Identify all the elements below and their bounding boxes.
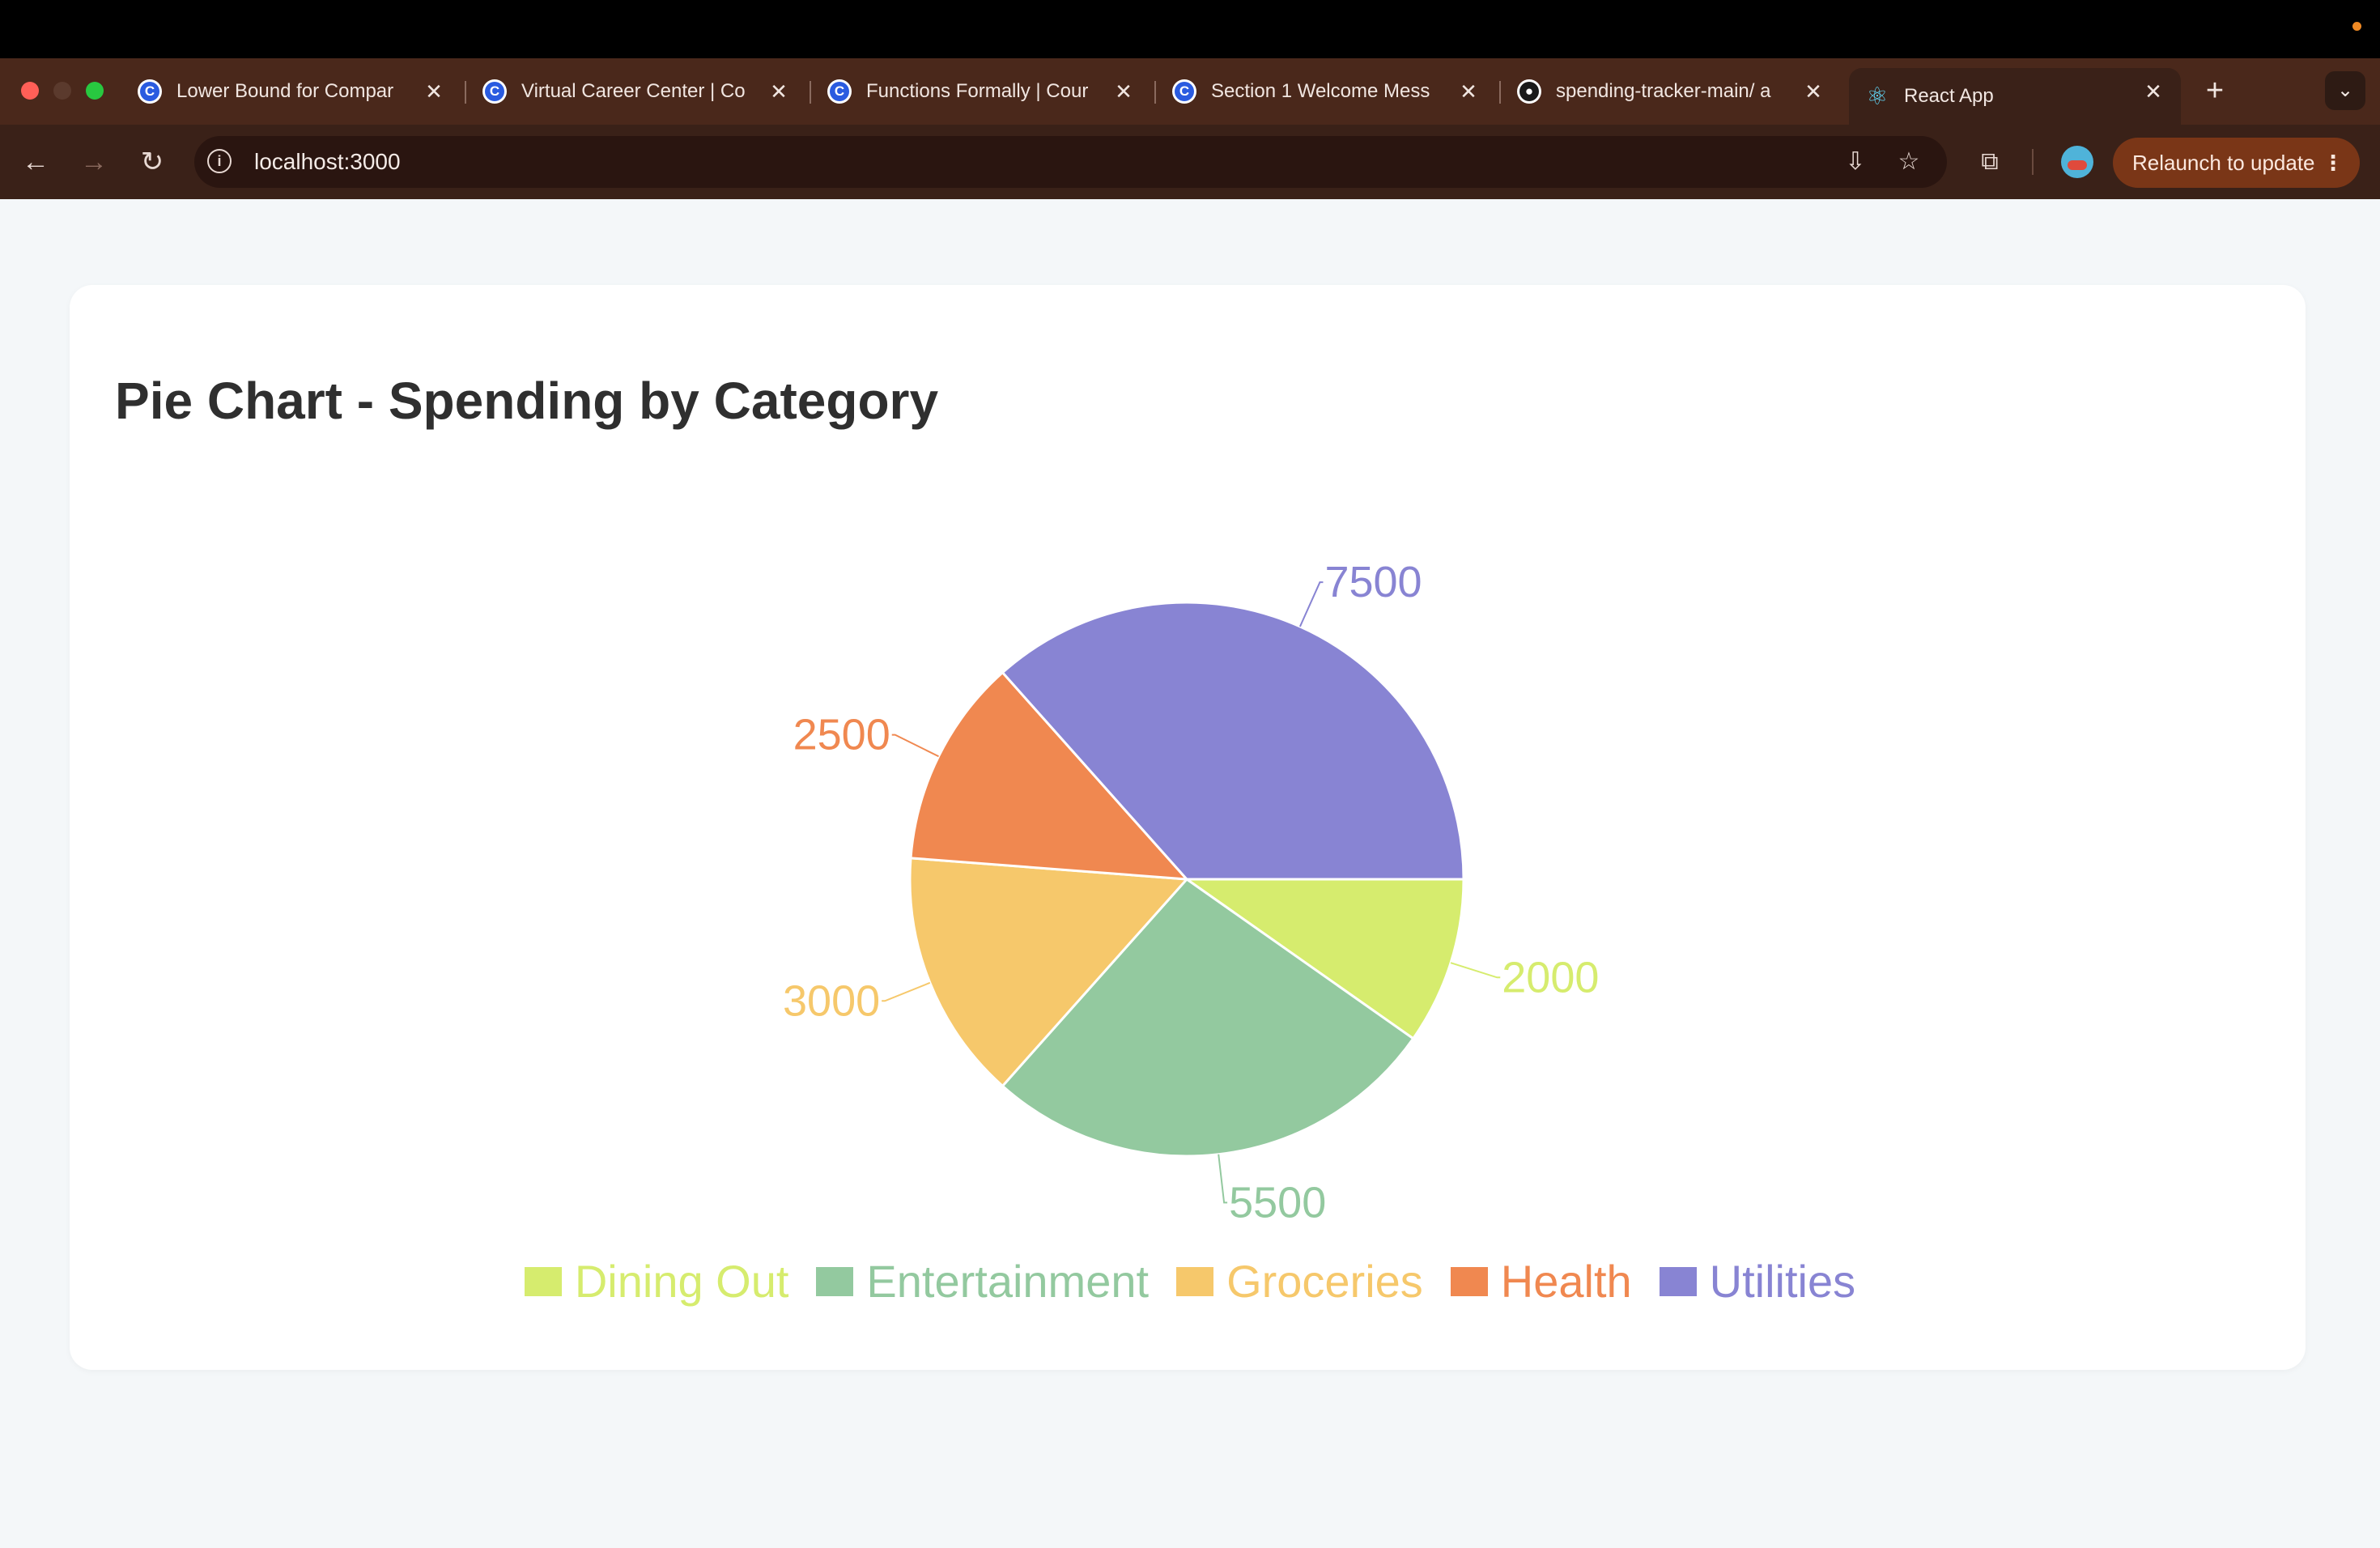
react-icon: ⚛ [1866, 83, 1889, 110]
window-top-bar [0, 0, 2380, 58]
legend-item-entertainment[interactable]: Entertainment [816, 1255, 1149, 1308]
slice-label-line [1450, 962, 1501, 979]
slice-value-label: 5500 [1229, 1178, 1326, 1227]
address-bar[interactable]: i localhost:3000 [194, 136, 1947, 188]
back-arrow-icon[interactable]: ← [16, 142, 55, 181]
tab-label: Lower Bound for Compar [176, 80, 394, 102]
address-bar-url[interactable]: localhost:3000 [254, 149, 401, 175]
close-tab-icon[interactable]: ✕ [1457, 80, 1480, 103]
tab-label: Section 1 Welcome Mess [1211, 80, 1430, 102]
reload-icon[interactable]: ↻ [133, 142, 172, 181]
legend-label: Health [1500, 1256, 1632, 1307]
github-icon: ● [1517, 79, 1541, 104]
toolbar-divider [2032, 149, 2034, 175]
relaunch-label: Relaunch to update [2132, 151, 2315, 175]
profile-avatar[interactable] [2061, 146, 2093, 178]
slice-label-line [882, 981, 931, 1002]
tab-spending-tracker-github[interactable]: ● spending-tracker-main/ a ✕ [1517, 68, 1825, 115]
legend-swatch [1176, 1266, 1214, 1296]
legend-label: Utilities [1709, 1256, 1856, 1307]
tab-search-chevron-icon[interactable]: ⌄ [2325, 71, 2365, 110]
close-tab-icon[interactable]: ✕ [1802, 80, 1825, 103]
tab-divider [1154, 81, 1156, 104]
close-tab-icon[interactable]: ✕ [1112, 80, 1135, 103]
tab-divider [810, 81, 811, 104]
tab-lower-bound[interactable]: C Lower Bound for Compar ✕ [138, 68, 445, 115]
bookmark-star-icon[interactable]: ☆ [1891, 144, 1927, 180]
close-tab-icon[interactable]: ✕ [767, 80, 790, 103]
slice-value-label: 2500 [793, 711, 890, 759]
close-window-button[interactable] [21, 82, 39, 100]
slice-value-label: 3000 [783, 976, 880, 1025]
page-title: Pie Chart - Spending by Category [115, 372, 939, 430]
legend-label: Entertainment [866, 1256, 1150, 1307]
tab-label: Virtual Career Center | Co [521, 80, 746, 102]
tab-label: Functions Formally | Cour [866, 80, 1089, 102]
chart-legend: Dining Out Entertainment Groceries Health Ut… [0, 1255, 2380, 1308]
legend-swatch [1659, 1266, 1697, 1296]
more-menu-icon[interactable]: ⋮ [2323, 138, 2344, 188]
pie-chart: 2000 5500 3000 2500 7500 [783, 558, 1599, 1227]
slice-value-label: 7500 [1324, 558, 1422, 606]
minimize-window-button[interactable] [53, 82, 71, 100]
legend-item-health[interactable]: Health [1450, 1255, 1632, 1308]
slice-value-label: 2000 [1502, 953, 1599, 1002]
new-tab-icon[interactable]: + [2199, 74, 2231, 107]
legend-swatch [524, 1266, 562, 1296]
legend-item-utilities[interactable]: Utilities [1659, 1255, 1856, 1308]
tab-section-1-welcome[interactable]: C Section 1 Welcome Mess ✕ [1172, 68, 1480, 115]
tab-divider [1499, 81, 1501, 104]
coursera-icon: C [482, 79, 507, 104]
legend-item-dining-out[interactable]: Dining Out [524, 1255, 789, 1308]
notification-dot [2352, 22, 2361, 31]
coursera-icon: C [827, 79, 852, 104]
extensions-icon[interactable]: ⧉ [1972, 144, 2008, 180]
tab-label: React App [1904, 85, 1994, 107]
maximize-window-button[interactable] [86, 82, 104, 100]
site-info-icon[interactable]: i [207, 149, 232, 173]
tab-react-app[interactable]: ⚛ React App ✕ [1849, 68, 2181, 125]
tab-functions-formally[interactable]: C Functions Formally | Cour ✕ [827, 68, 1135, 115]
legend-label: Groceries [1226, 1256, 1423, 1307]
legend-swatch [816, 1266, 854, 1296]
legend-label: Dining Out [574, 1256, 789, 1307]
close-tab-icon[interactable]: ✕ [423, 80, 445, 103]
tab-virtual-career-center[interactable]: C Virtual Career Center | Co ✕ [482, 68, 790, 115]
slice-label-line [891, 734, 939, 758]
legend-item-groceries[interactable]: Groceries [1176, 1255, 1423, 1308]
slice-label-line [1298, 581, 1324, 627]
tab-label: spending-tracker-main/ a [1556, 80, 1771, 102]
install-app-icon[interactable]: ⇩ [1838, 144, 1873, 180]
slice-label-line [1218, 1154, 1228, 1204]
relaunch-to-update-button[interactable]: Relaunch to update ⋮ [2113, 138, 2360, 188]
legend-swatch [1450, 1266, 1488, 1296]
coursera-icon: C [1172, 79, 1196, 104]
tab-divider [465, 81, 466, 104]
forward-arrow-icon[interactable]: → [74, 142, 113, 181]
coursera-icon: C [138, 79, 162, 104]
close-tab-icon[interactable]: ✕ [2142, 80, 2165, 103]
